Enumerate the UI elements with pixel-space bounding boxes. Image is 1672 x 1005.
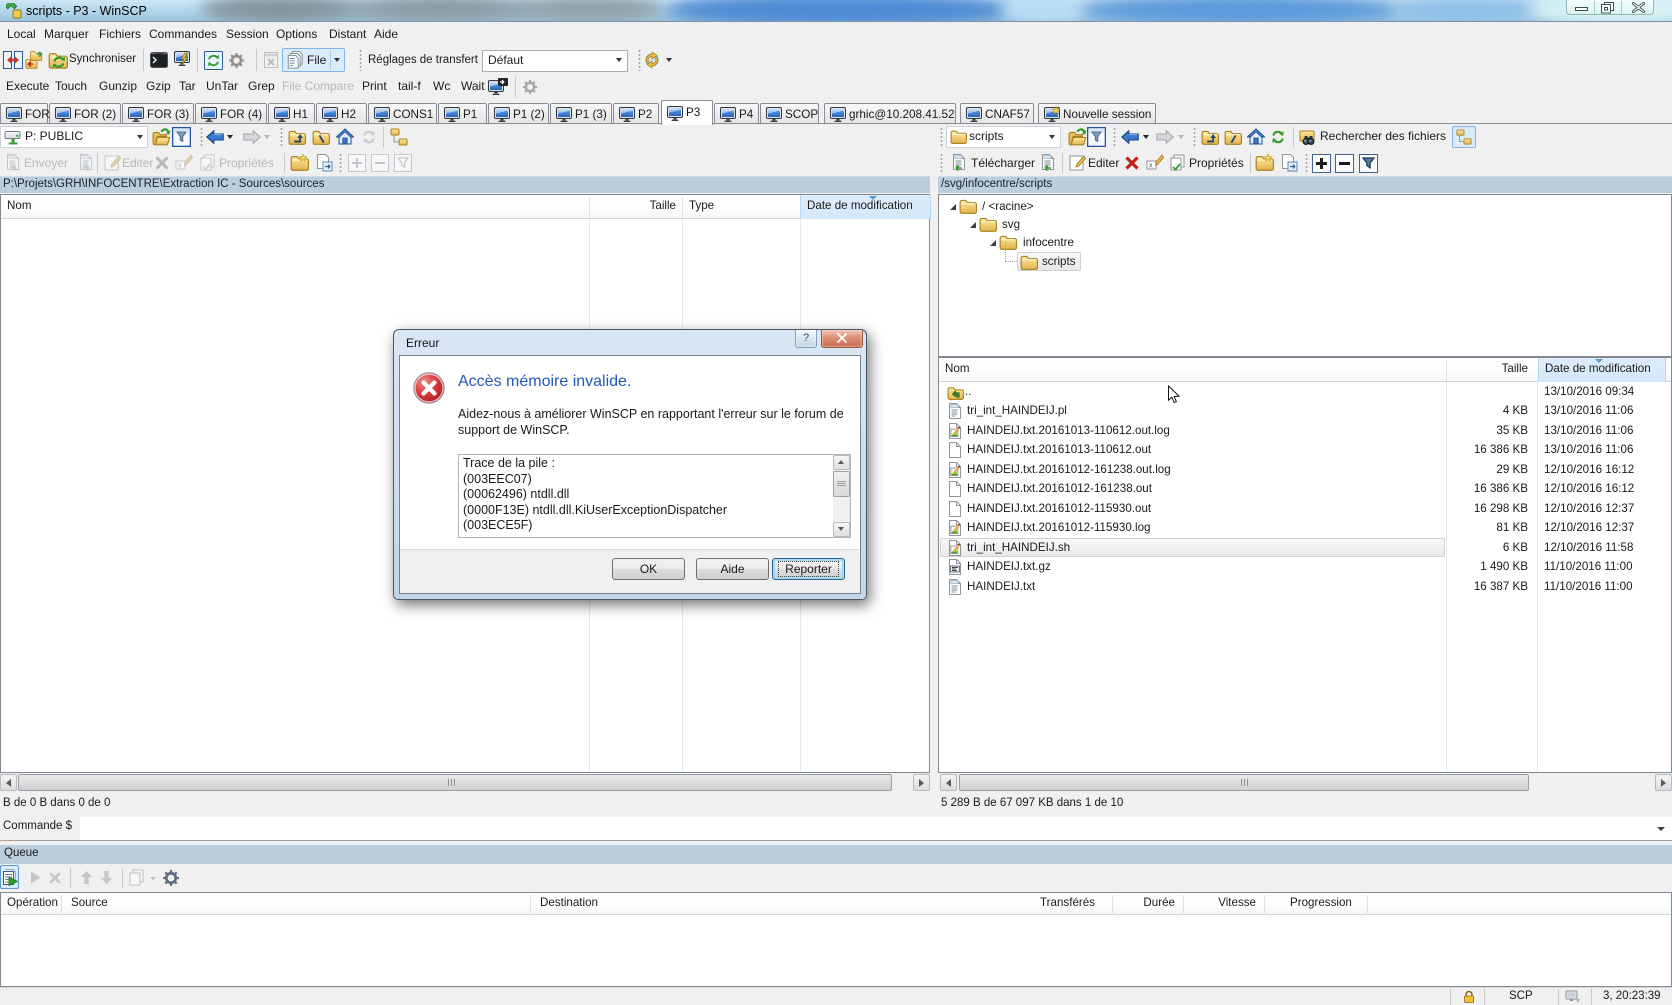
svg-text:x: x <box>1149 163 1153 170</box>
svg-text:x: x <box>178 163 182 170</box>
